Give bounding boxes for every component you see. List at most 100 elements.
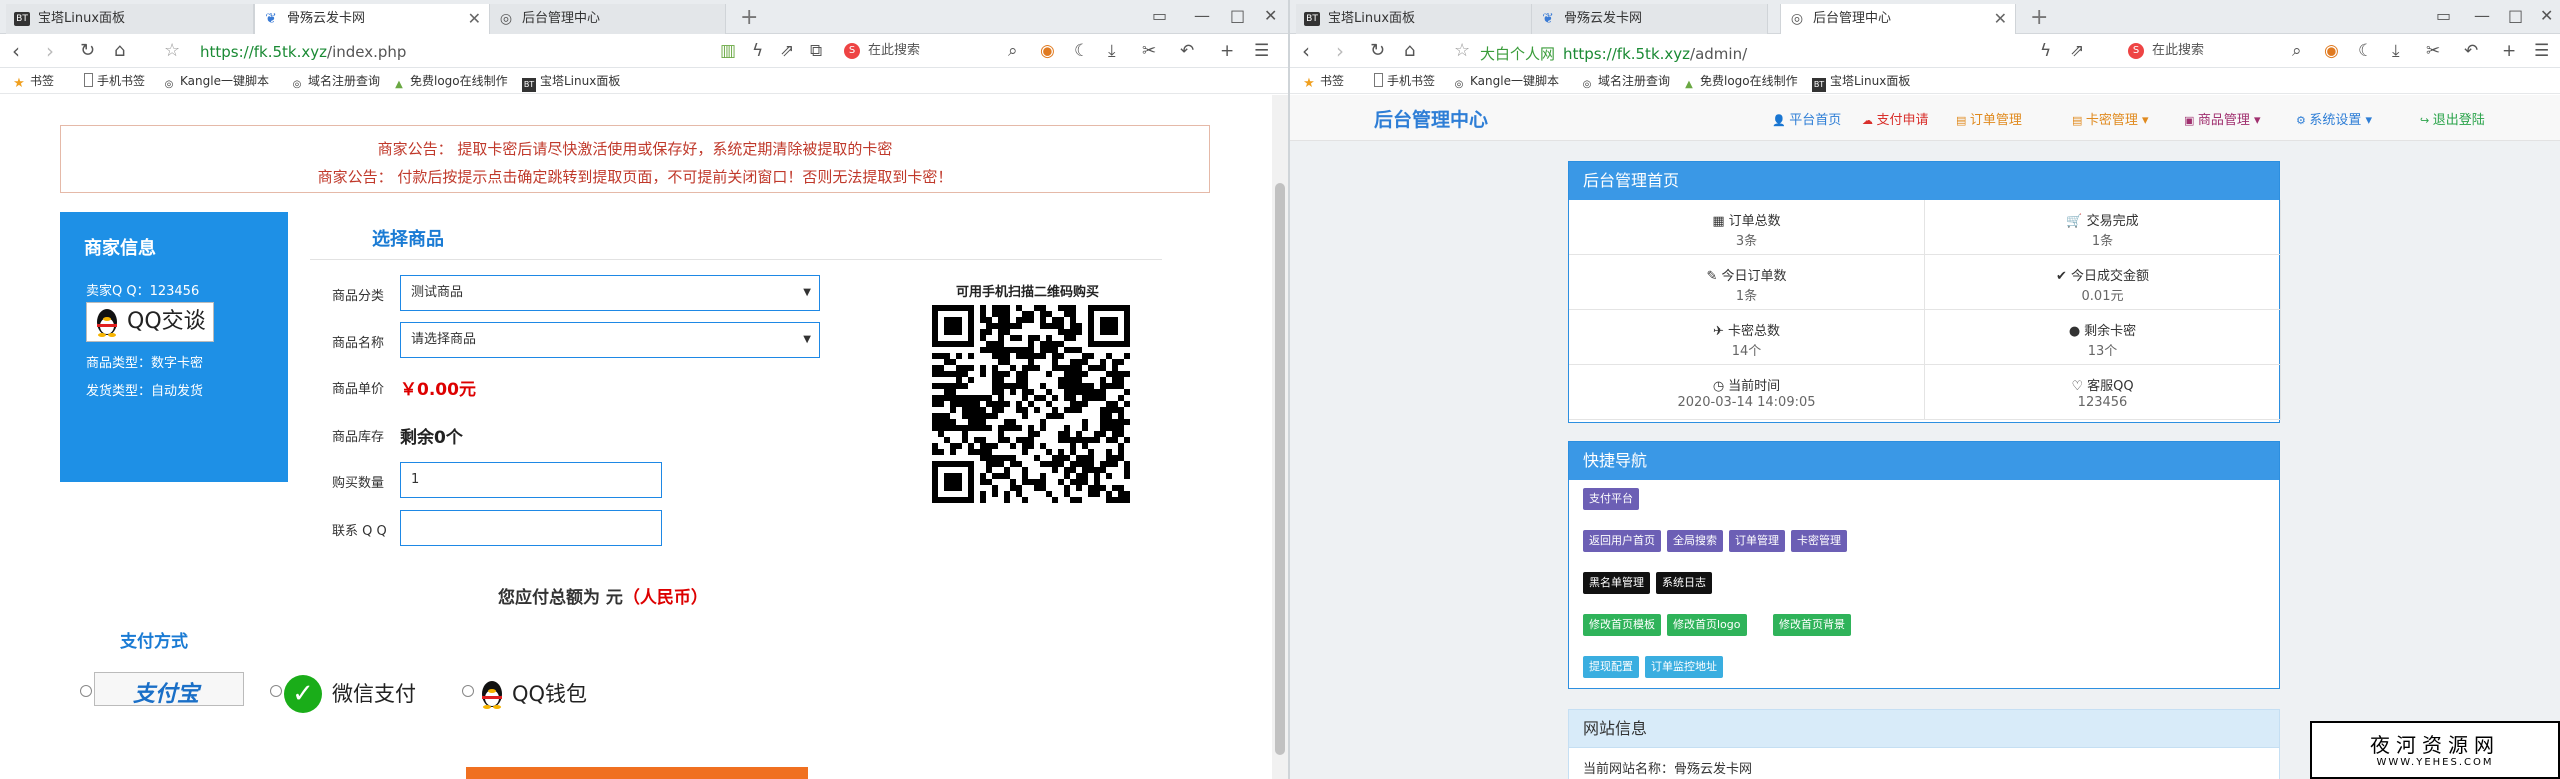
scrollbar[interactable] [1272, 95, 1288, 779]
nav-item[interactable]: ▤ 订单管理 [1956, 109, 2022, 128]
maximize-icon[interactable]: □ [1230, 2, 1245, 30]
add-icon[interactable]: + [2502, 41, 2516, 61]
alipay-radio[interactable] [80, 685, 92, 697]
admin-brand[interactable]: 后台管理中心 [1374, 105, 1488, 132]
close-window-icon[interactable]: ✕ [1264, 2, 1277, 30]
submit-payment-button[interactable] [466, 767, 808, 779]
nav-item[interactable]: ☁ 支付申请 [1862, 109, 1929, 128]
search-icon[interactable]: ⌕ [2292, 41, 2302, 61]
bookmark-item[interactable]: ★ 书签 [1302, 68, 1344, 94]
reader-icon[interactable]: ▥ [720, 41, 736, 61]
home-icon[interactable]: ⌂ [1404, 39, 1415, 63]
tab-admin[interactable]: ◎ 后台管理中心 [490, 4, 726, 34]
external-icon[interactable]: ⧉ [810, 41, 822, 61]
scrollbar-thumb[interactable] [1275, 183, 1285, 755]
quick-nav-button[interactable]: 修改首页背景 [1773, 614, 1851, 636]
qq-wallet-radio[interactable] [462, 685, 474, 697]
quick-nav-button[interactable]: 黑名单管理 [1583, 572, 1650, 594]
add-icon[interactable]: + [1220, 41, 1234, 61]
moon-icon[interactable]: ☾ [1074, 41, 1089, 61]
lightning-icon[interactable]: ϟ [2040, 41, 2051, 61]
menu-icon[interactable]: ☰ [2534, 41, 2549, 61]
moon-icon[interactable]: ☾ [2358, 41, 2373, 61]
qq-wallet-option[interactable]: QQ钱包 [478, 677, 587, 711]
search-input[interactable]: S 在此搜索 [2124, 40, 2314, 62]
quantity-input[interactable]: 1 [400, 462, 662, 498]
quick-nav-button[interactable]: 返回用户首页 [1583, 530, 1661, 552]
tab-bt-panel[interactable]: BT 宝塔Linux面板 [6, 4, 254, 34]
tab-admin[interactable]: ◎ 后台管理中心 ✕ [1780, 4, 2016, 35]
nav-item[interactable]: ⚙ 系统设置 ▾ [2296, 109, 2372, 128]
share-icon[interactable]: ⇗ [780, 41, 794, 61]
quick-nav-button[interactable]: 订单监控地址 [1645, 656, 1723, 678]
quick-nav-button[interactable]: 订单管理 [1729, 530, 1785, 552]
quick-nav-button[interactable]: 提现配置 [1583, 656, 1639, 678]
reload-icon[interactable]: ↻ [80, 39, 95, 63]
search-icon[interactable]: ⌕ [1008, 41, 1018, 61]
bookmark-item[interactable]: BT 宝塔Linux面板 [1812, 68, 1910, 94]
close-icon[interactable]: ✕ [1994, 4, 2007, 34]
reload-icon[interactable]: ↻ [1370, 39, 1385, 63]
minimize-icon[interactable]: — [1194, 2, 1210, 30]
url-field[interactable]: 大白个人网 https://fk.5tk.xyz/admin/ [1480, 43, 1747, 64]
scissors-icon[interactable]: ✂ [1142, 41, 1156, 61]
url-field[interactable]: https://fk.5tk.xyz/index.php [200, 43, 406, 61]
search-input[interactable]: S 在此搜索 [840, 40, 1030, 62]
nav-item[interactable]: 👤 平台首页 [1772, 109, 1841, 128]
quick-nav-button[interactable]: 全局搜索 [1667, 530, 1723, 552]
nav-item[interactable]: ▣ 商品管理 ▾ [2184, 109, 2261, 128]
quick-nav-button[interactable]: 修改首页模板 [1583, 614, 1661, 636]
contact-qq-input[interactable] [400, 510, 662, 546]
new-tab-button[interactable]: + [2030, 4, 2048, 32]
bookmark-item[interactable]: ◎ Kangle一键脚本 [1452, 68, 1559, 94]
quick-nav-button[interactable]: 卡密管理 [1791, 530, 1847, 552]
share-icon[interactable]: ⇗ [2070, 41, 2084, 61]
quick-nav-button[interactable]: 修改首页logo [1667, 614, 1747, 636]
bookmark-item[interactable]: ◎ 域名注册查询 [1580, 68, 1670, 94]
download-icon[interactable]: ⤓ [1108, 41, 1116, 61]
bookmark-item[interactable]: ▲ 免费logo在线制作 [392, 68, 508, 94]
new-tab-button[interactable]: + [740, 4, 758, 32]
bookmark-item[interactable]: ▲ 免费logo在线制作 [1682, 68, 1798, 94]
bookmark-item[interactable]: ◎ 域名注册查询 [290, 68, 380, 94]
close-icon[interactable]: ✕ [468, 4, 481, 34]
home-icon[interactable]: ⌂ [114, 39, 125, 63]
back-icon[interactable]: ‹ [1302, 39, 1310, 63]
tab-card-shop[interactable]: ❦ 骨殇云发卡网 [1532, 4, 1768, 34]
bookmark-item[interactable]: 手机书签 [1374, 68, 1435, 94]
restore-icon[interactable]: ▭ [1152, 2, 1167, 30]
undo-icon[interactable]: ↶ [2464, 41, 2478, 61]
qq-chat-button[interactable]: QQ交谈 [86, 302, 214, 342]
game-icon[interactable]: ◉ [1040, 41, 1055, 61]
bookmark-item[interactable]: ◎ Kangle一键脚本 [162, 68, 269, 94]
tab-card-shop[interactable]: ❦ 骨殇云发卡网 ✕ [254, 4, 490, 35]
wechat-radio[interactable] [270, 685, 282, 697]
scissors-icon[interactable]: ✂ [2426, 41, 2440, 61]
quick-nav-button[interactable]: 支付平台 [1583, 488, 1639, 510]
star-icon[interactable]: ☆ [164, 39, 180, 63]
lightning-icon[interactable]: ϟ [752, 41, 763, 61]
game-icon[interactable]: ◉ [2324, 41, 2339, 61]
tab-bt-panel[interactable]: BT 宝塔Linux面板 [1296, 4, 1532, 34]
minimize-icon[interactable]: — [2474, 2, 2490, 30]
bookmark-item[interactable]: ★ 书签 [12, 68, 54, 94]
product-name-select[interactable]: 请选择商品 ▼ [400, 322, 820, 358]
star-icon[interactable]: ☆ [1454, 39, 1470, 63]
back-icon[interactable]: ‹ [12, 39, 20, 63]
download-icon[interactable]: ⤓ [2392, 41, 2400, 61]
alipay-option[interactable]: 支付宝 [94, 672, 244, 707]
undo-icon[interactable]: ↶ [1180, 41, 1194, 61]
quick-nav-button[interactable]: 系统日志 [1656, 572, 1712, 594]
forward-icon[interactable]: › [46, 39, 54, 63]
bookmark-item[interactable]: BT 宝塔Linux面板 [522, 68, 620, 94]
close-window-icon[interactable]: ✕ [2540, 2, 2553, 30]
restore-icon[interactable]: ▭ [2436, 2, 2451, 30]
nav-item[interactable]: ↪ 退出登陆 [2420, 109, 2485, 128]
nav-item[interactable]: ▤ 卡密管理 ▾ [2072, 109, 2149, 128]
bookmark-item[interactable]: 手机书签 [84, 68, 145, 94]
menu-icon[interactable]: ☰ [1254, 41, 1269, 61]
category-select[interactable]: 测试商品 ▼ [400, 275, 820, 311]
maximize-icon[interactable]: □ [2508, 2, 2523, 30]
forward-icon[interactable]: › [1336, 39, 1344, 63]
wechat-pay-option[interactable]: ✓ 微信支付 [284, 675, 416, 713]
